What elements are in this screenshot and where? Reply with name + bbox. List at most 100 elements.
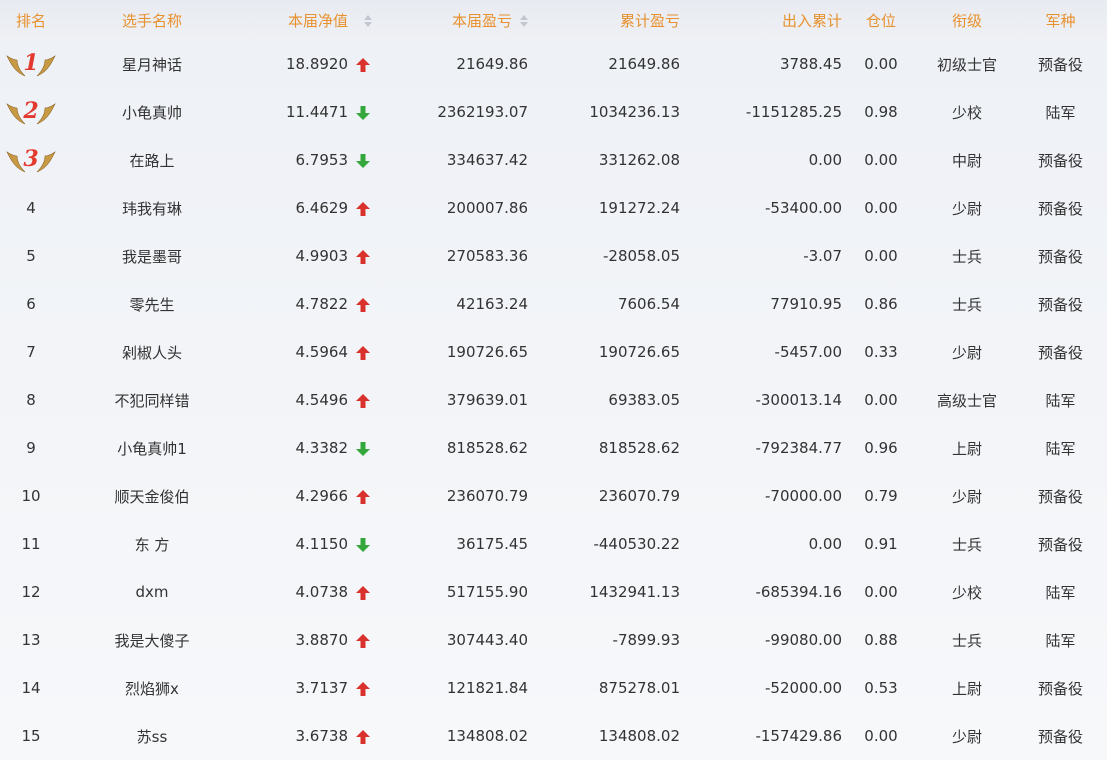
army-branch: 预备役 xyxy=(1037,295,1083,314)
net-value: 18.8920 xyxy=(285,55,348,73)
player-name[interactable]: 苏ss xyxy=(62,726,242,747)
header-pnl[interactable]: 本届盈亏 xyxy=(398,10,528,31)
player-name[interactable]: 小龟真帅 xyxy=(62,102,242,123)
player-name[interactable]: 零先生 xyxy=(62,294,242,315)
player-name[interactable]: 顺天金俊伯 xyxy=(62,486,242,507)
table-row[interactable]: 9 小龟真帅1 4.3382 818528.62 818528.62 -7923… xyxy=(0,424,1107,472)
rank-title: 少尉 xyxy=(951,199,982,218)
header-total[interactable]: 累计盈亏 xyxy=(528,10,680,31)
army-branch: 预备役 xyxy=(1037,535,1083,554)
player-name[interactable]: 玮我有琳 xyxy=(62,198,242,219)
rank-cell: 14 xyxy=(21,679,41,697)
table-row[interactable]: 5 我是墨哥 4.9903 270583.36 -28058.05 -3.07 … xyxy=(0,232,1107,280)
arrow-up-icon xyxy=(356,297,370,312)
cash-flow: 3788.45 xyxy=(779,55,842,73)
table-row[interactable]: 10 顺天金俊伯 4.2966 236070.79 236070.79 -700… xyxy=(0,472,1107,520)
rank-cell: 1 xyxy=(0,48,62,80)
total-pnl: 1432941.13 xyxy=(589,583,680,601)
total-pnl: 190726.65 xyxy=(598,343,680,361)
header-title[interactable]: 衔级 xyxy=(920,10,1014,31)
player-name[interactable]: 我是墨哥 xyxy=(62,246,242,267)
rank-title: 士兵 xyxy=(951,631,982,650)
table-row[interactable]: 12 dxm 4.0738 517155.90 1432941.13 -6853… xyxy=(0,568,1107,616)
rank-title: 少校 xyxy=(951,103,982,122)
rank-title: 高级士官 xyxy=(936,391,997,410)
player-name[interactable]: 东 方 xyxy=(62,534,242,555)
trend-cell xyxy=(348,151,398,169)
table-row[interactable]: 2 小龟真帅 11.4471 2362193.07 1034236.13 -11… xyxy=(0,88,1107,136)
session-pnl: 134808.02 xyxy=(446,727,528,745)
rank-title: 少尉 xyxy=(951,487,982,506)
player-name[interactable]: 星月神话 xyxy=(62,54,242,75)
header-nav[interactable]: 本届净值 xyxy=(242,10,348,31)
total-pnl: 21649.86 xyxy=(608,55,680,73)
session-pnl: 517155.90 xyxy=(446,583,528,601)
table-row[interactable]: 8 不犯同样错 4.5496 379639.01 69383.05 -30001… xyxy=(0,376,1107,424)
ranking-table: 排名 选手名称 本届净值 本届盈亏 累计盈亏 出入累计 仓位 衔级 军种 1 星… xyxy=(0,0,1107,760)
cash-flow: -157429.86 xyxy=(755,727,842,745)
player-name[interactable]: dxm xyxy=(62,583,242,601)
table-row[interactable]: 7 剁椒人头 4.5964 190726.65 190726.65 -5457.… xyxy=(0,328,1107,376)
table-row[interactable]: 13 我是大傻子 3.8870 307443.40 -7899.93 -9908… xyxy=(0,616,1107,664)
net-value: 4.7822 xyxy=(295,295,349,313)
position-ratio: 0.33 xyxy=(864,343,898,361)
position-ratio: 0.00 xyxy=(864,391,898,409)
table-row[interactable]: 4 玮我有琳 6.4629 200007.86 191272.24 -53400… xyxy=(0,184,1107,232)
cash-flow: -5457.00 xyxy=(774,343,842,361)
header-army[interactable]: 军种 xyxy=(1014,10,1107,31)
header-flow[interactable]: 出入累计 xyxy=(680,10,842,31)
trend-cell xyxy=(348,583,398,601)
net-value: 4.0738 xyxy=(295,583,349,601)
rank-title: 中尉 xyxy=(951,151,982,170)
table-row[interactable]: 15 苏ss 3.6738 134808.02 134808.02 -15742… xyxy=(0,712,1107,760)
table-row[interactable]: 14 烈焰狮x 3.7137 121821.84 875278.01 -5200… xyxy=(0,664,1107,712)
session-pnl: 21649.86 xyxy=(456,55,528,73)
rank-cell: 4 xyxy=(26,199,36,217)
table-row[interactable]: 3 在路上 6.7953 334637.42 331262.08 0.00 0.… xyxy=(0,136,1107,184)
army-branch: 预备役 xyxy=(1037,343,1083,362)
player-name[interactable]: 不犯同样错 xyxy=(62,390,242,411)
total-pnl: -28058.05 xyxy=(603,247,680,265)
net-value: 4.3382 xyxy=(295,439,349,457)
army-branch: 陆军 xyxy=(1045,583,1076,602)
sort-nav-button[interactable] xyxy=(348,11,398,29)
session-pnl: 334637.42 xyxy=(446,151,528,169)
trend-cell xyxy=(348,535,398,553)
cash-flow: -300013.14 xyxy=(755,391,842,409)
position-ratio: 0.00 xyxy=(864,247,898,265)
table-row[interactable]: 6 零先生 4.7822 42163.24 7606.54 77910.95 0… xyxy=(0,280,1107,328)
cash-flow: -685394.16 xyxy=(755,583,842,601)
session-pnl: 2362193.07 xyxy=(437,103,528,121)
total-pnl: -440530.22 xyxy=(593,535,680,553)
rank-title: 少尉 xyxy=(951,727,982,746)
rank-cell: 6 xyxy=(26,295,36,313)
player-name[interactable]: 在路上 xyxy=(62,150,242,171)
arrow-up-icon xyxy=(356,249,370,264)
army-branch: 陆军 xyxy=(1045,631,1076,650)
player-name[interactable]: 小龟真帅1 xyxy=(62,438,242,459)
position-ratio: 0.00 xyxy=(864,727,898,745)
table-row[interactable]: 1 星月神话 18.8920 21649.86 21649.86 3788.45… xyxy=(0,40,1107,88)
trend-cell xyxy=(348,487,398,505)
arrow-down-icon xyxy=(356,105,370,120)
trend-cell xyxy=(348,439,398,457)
session-pnl: 307443.40 xyxy=(446,631,528,649)
cash-flow: -70000.00 xyxy=(765,487,842,505)
header-rank[interactable]: 排名 xyxy=(0,10,62,31)
arrow-up-icon xyxy=(356,633,370,648)
session-pnl: 818528.62 xyxy=(446,439,528,457)
rank-title: 初级士官 xyxy=(936,55,997,74)
position-ratio: 0.00 xyxy=(864,199,898,217)
total-pnl: 7606.54 xyxy=(617,295,680,313)
table-header: 排名 选手名称 本届净值 本届盈亏 累计盈亏 出入累计 仓位 衔级 军种 xyxy=(0,0,1107,40)
player-name[interactable]: 我是大傻子 xyxy=(62,630,242,651)
header-name[interactable]: 选手名称 xyxy=(62,10,242,31)
cash-flow: -792384.77 xyxy=(755,439,842,457)
player-name[interactable]: 剁椒人头 xyxy=(62,342,242,363)
player-name[interactable]: 烈焰狮x xyxy=(62,678,242,699)
net-value: 11.4471 xyxy=(285,103,348,121)
table-row[interactable]: 11 东 方 4.1150 36175.45 -440530.22 0.00 0… xyxy=(0,520,1107,568)
rank-cell: 5 xyxy=(26,247,36,265)
header-position[interactable]: 仓位 xyxy=(842,10,920,31)
trend-cell xyxy=(348,103,398,121)
